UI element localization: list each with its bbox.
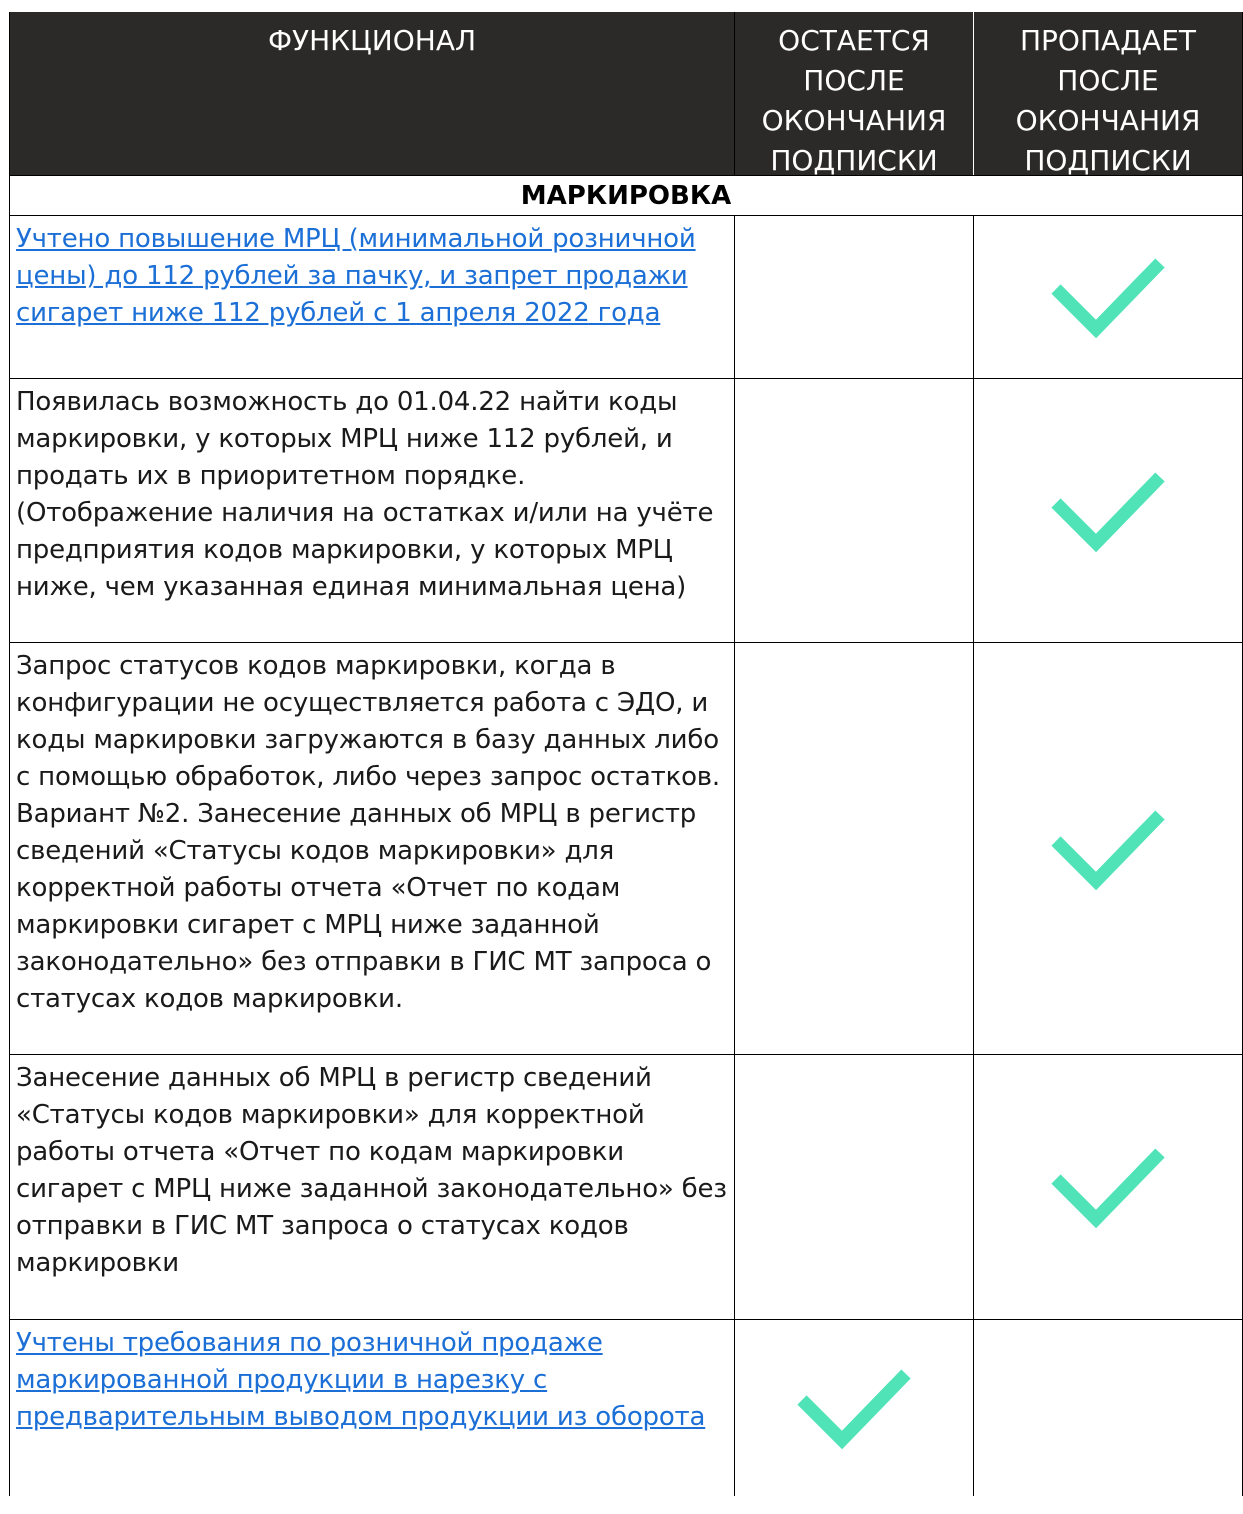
remains-cell (735, 1320, 974, 1496)
feature-text: Запрос статусов кодов маркировки, когда … (16, 651, 720, 1014)
header-disappears-line: ПРОПАДАЕТ (1019, 24, 1196, 57)
disappears-cell (974, 216, 1242, 378)
disappears-cell (974, 643, 1242, 1054)
feature-text: Появилась возможность до 01.04.22 найти … (16, 387, 714, 602)
feature-link[interactable]: Учтены требования по розничной продаже м… (16, 1328, 705, 1432)
table-row: Запрос статусов кодов маркировки, когда … (10, 643, 1242, 1055)
feature-cell: Учтены требования по розничной продаже м… (10, 1320, 735, 1496)
feature-cell: Учтено повышение МРЦ (минимальной рознич… (10, 216, 735, 378)
checkmark-icon (1051, 258, 1165, 339)
table-row: Появилась возможность до 01.04.22 найти … (10, 379, 1242, 643)
header-remains-line: ОКОНЧАНИЯ (761, 104, 947, 137)
remains-cell (735, 216, 974, 378)
feature-cell: Появилась возможность до 01.04.22 найти … (10, 379, 735, 642)
header-remains-line: ПОСЛЕ (803, 64, 905, 97)
disappears-cell (974, 1320, 1242, 1496)
feature-text: Занесение данных об МРЦ в регистр сведен… (16, 1063, 727, 1278)
header-feature-label: ФУНКЦИОНАЛ (267, 24, 477, 57)
header-disappears: ПРОПАДАЕТ ПОСЛЕ ОКОНЧАНИЯ ПОДПИСКИ (974, 12, 1242, 177)
table-row: Учтено повышение МРЦ (минимальной рознич… (10, 216, 1242, 379)
feature-link[interactable]: Учтено повышение МРЦ (минимальной рознич… (16, 224, 696, 328)
table-header-row: ФУНКЦИОНАЛ ОСТАЕТСЯ ПОСЛЕ ОКОНЧАНИЯ ПОДП… (10, 12, 1242, 177)
checkmark-icon (1051, 809, 1165, 890)
remains-cell (735, 379, 974, 642)
feature-comparison-table: ФУНКЦИОНАЛ ОСТАЕТСЯ ПОСЛЕ ОКОНЧАНИЯ ПОДП… (9, 12, 1243, 1496)
header-remains-line: ПОДПИСКИ (770, 144, 938, 177)
feature-cell: Запрос статусов кодов маркировки, когда … (10, 643, 735, 1054)
header-remains: ОСТАЕТСЯ ПОСЛЕ ОКОНЧАНИЯ ПОДПИСКИ (735, 12, 974, 177)
remains-cell (735, 643, 974, 1054)
feature-cell: Занесение данных об МРЦ в регистр сведен… (10, 1055, 735, 1319)
disappears-cell (974, 1055, 1242, 1319)
header-disappears-line: ПОСЛЕ (1057, 64, 1159, 97)
section-title: МАРКИРОВКА (520, 180, 732, 211)
table-row: Занесение данных об МРЦ в регистр сведен… (10, 1055, 1242, 1320)
remains-cell (735, 1055, 974, 1319)
header-remains-line: ОСТАЕТСЯ (778, 24, 930, 57)
table-row: Учтены требования по розничной продаже м… (10, 1320, 1242, 1496)
section-row: МАРКИРОВКА (10, 176, 1242, 216)
checkmark-icon (797, 1369, 911, 1450)
checkmark-icon (1051, 471, 1165, 552)
header-disappears-line: ПОДПИСКИ (1024, 144, 1192, 177)
header-disappears-line: ОКОНЧАНИЯ (1015, 104, 1201, 137)
header-feature: ФУНКЦИОНАЛ (10, 12, 735, 175)
disappears-cell (974, 379, 1242, 642)
checkmark-icon (1051, 1148, 1165, 1229)
